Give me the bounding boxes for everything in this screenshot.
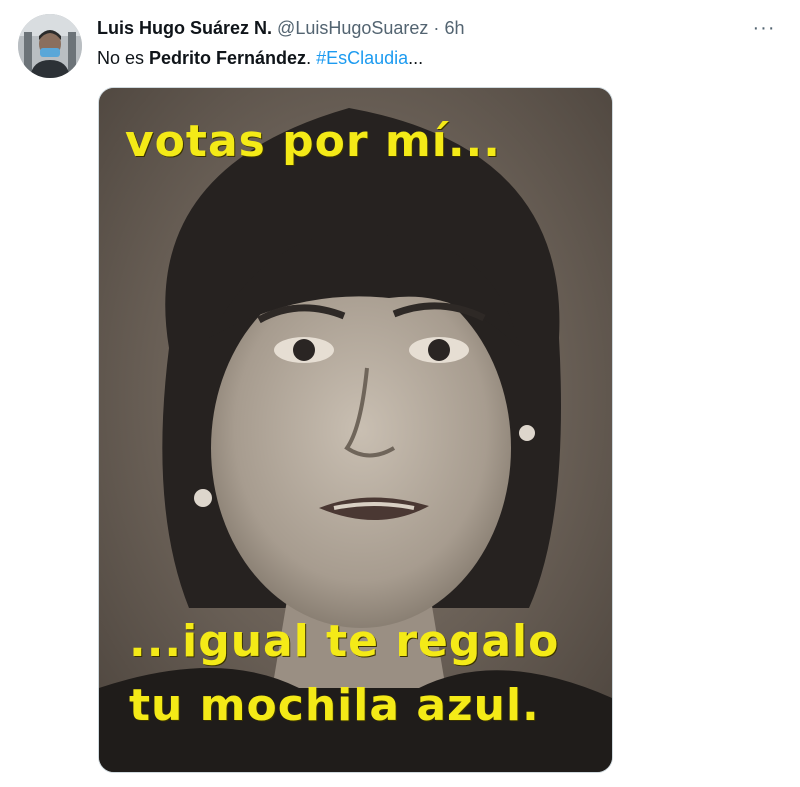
meme-photo: [99, 88, 612, 772]
tweet-text-after-bold: .: [306, 48, 317, 68]
tweet-media-image[interactable]: votas por mí... ...igual te regalo tu mo…: [98, 87, 613, 773]
meme-caption-bottom-2: tu mochila azul.: [129, 680, 540, 731]
author-handle[interactable]: @LuisHugoSuarez: [277, 18, 428, 38]
tweet-text-ellipsis: ...: [408, 48, 424, 68]
tweet-text-bold: Pedrito Fernández: [149, 48, 307, 68]
tweet-text: No es Pedrito Fernández. #EsClaudia...: [97, 47, 423, 69]
tweet-header: Luis Hugo Suárez N. @LuisHugoSuarez · 6h: [97, 17, 464, 39]
tweet-time[interactable]: 6h: [444, 18, 464, 38]
tweet: Luis Hugo Suárez N. @LuisHugoSuarez · 6h…: [0, 0, 800, 787]
avatar[interactable]: [18, 14, 82, 78]
author-name[interactable]: Luis Hugo Suárez N.: [97, 18, 272, 38]
meme-caption-bottom-1: ...igual te regalo: [129, 616, 560, 667]
avatar-image: [18, 14, 82, 78]
more-options-icon[interactable]: ···: [748, 14, 780, 42]
hashtag-link[interactable]: #EsClaudia: [316, 48, 408, 68]
separator-dot: ·: [433, 18, 440, 38]
meme-caption-top: votas por mí...: [125, 116, 501, 167]
tweet-text-prefix: No es: [97, 48, 150, 68]
